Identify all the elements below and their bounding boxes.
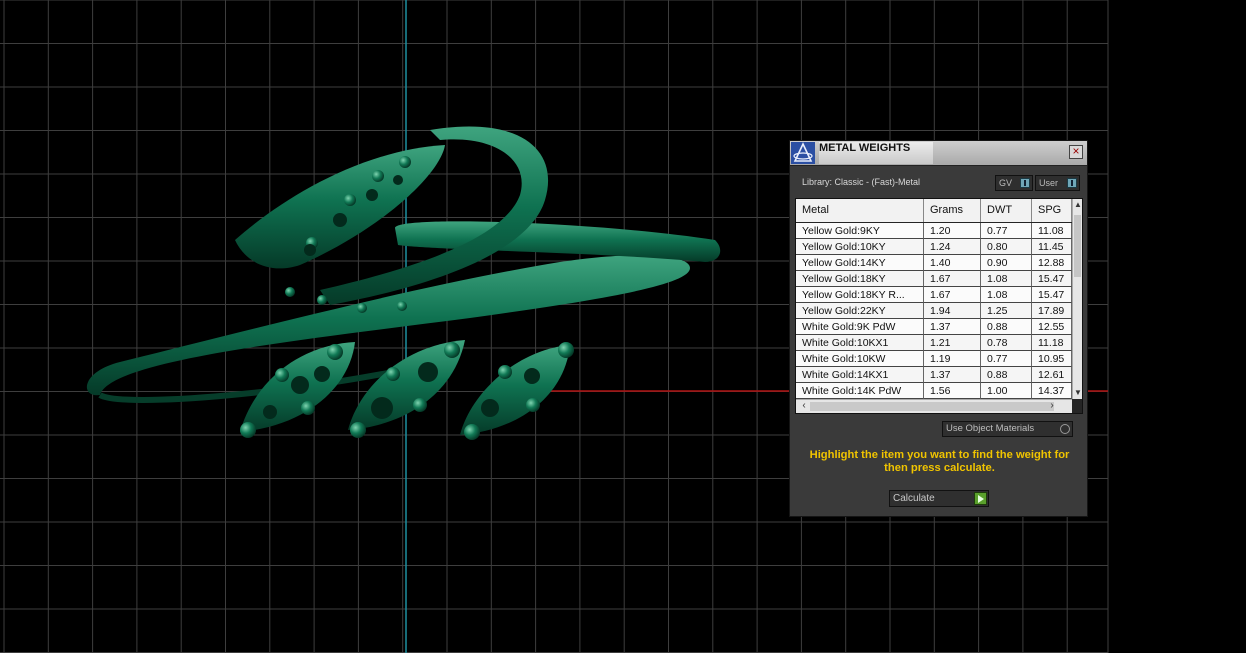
table-cell: Yellow Gold:22KY — [796, 303, 924, 319]
radio-icon — [1060, 424, 1070, 434]
metal-weights-panel: METAL WEIGHTS × Library: Classic - (Fast… — [789, 140, 1088, 517]
table-cell: 1.21 — [924, 335, 981, 351]
table-cell: 1.67 — [924, 271, 981, 287]
table-cell: Yellow Gold:10KY — [796, 239, 924, 255]
table-cell: 1.37 — [924, 319, 981, 335]
gv-toggle-label: GV — [999, 178, 1013, 188]
table-cell: 0.77 — [981, 351, 1032, 367]
gv-toggle[interactable]: GV — [995, 175, 1033, 191]
table-cell: 15.47 — [1032, 271, 1072, 287]
table-cell: White Gold:14KX1 — [796, 367, 924, 383]
table-row[interactable]: White Gold:14K PdW 1.56 1.00 14.37 — [796, 383, 1072, 399]
vertical-scrollbar[interactable]: ▲ ▼ — [1072, 199, 1082, 399]
table-cell: Yellow Gold:14KY — [796, 255, 924, 271]
toggle-icon — [1020, 178, 1030, 188]
table-cell: 11.18 — [1032, 335, 1072, 351]
table-cell: 10.95 — [1032, 351, 1072, 367]
table-row[interactable]: Yellow Gold:14KY 1.40 0.90 12.88 — [796, 255, 1072, 271]
close-button[interactable]: × — [1069, 145, 1083, 159]
panel-title: METAL WEIGHTS — [819, 142, 933, 164]
table-row[interactable]: White Gold:14KX1 1.37 0.88 12.61 — [796, 367, 1072, 383]
table-header: Metal Grams DWT SPG — [796, 199, 1072, 222]
column-header[interactable]: Grams — [924, 199, 981, 222]
table-cell: Yellow Gold:18KY R... — [796, 287, 924, 303]
table-cell: White Gold:14K PdW — [796, 383, 924, 399]
table-cell: 1.08 — [981, 287, 1032, 303]
table-cell: 1.24 — [924, 239, 981, 255]
metal-table[interactable]: Metal Grams DWT SPG Yellow Gold:9KY 1.20 0.77… — [795, 198, 1083, 414]
table-cell: 1.08 — [981, 271, 1032, 287]
table-cell: 11.08 — [1032, 223, 1072, 239]
table-cell: 0.77 — [981, 223, 1032, 239]
table-cell: 1.37 — [924, 367, 981, 383]
instruction-text: Highlight the item you want to find the … — [809, 449, 1070, 474]
app-logo-icon — [791, 142, 815, 164]
table-cell: 1.56 — [924, 383, 981, 399]
table-cell: 0.88 — [981, 367, 1032, 383]
calculate-label: Calculate — [893, 493, 935, 504]
table-cell: 0.78 — [981, 335, 1032, 351]
table-cell: 14.37 — [1032, 383, 1072, 399]
table-cell: 11.45 — [1032, 239, 1072, 255]
table-row[interactable]: Yellow Gold:18KY 1.67 1.08 15.47 — [796, 271, 1072, 287]
horizontal-scrollbar[interactable]: ‹ › — [796, 399, 1072, 413]
scroll-down-icon[interactable]: ▼ — [1073, 387, 1082, 399]
scroll-thumb[interactable] — [1074, 215, 1081, 277]
table-cell: 12.88 — [1032, 255, 1072, 271]
table-row[interactable]: White Gold:10KW 1.19 0.77 10.95 — [796, 351, 1072, 367]
table-row[interactable]: Yellow Gold:22KY 1.94 1.25 17.89 — [796, 303, 1072, 319]
table-row[interactable]: Yellow Gold:10KY 1.24 0.80 11.45 — [796, 239, 1072, 255]
table-cell: White Gold:10KW — [796, 351, 924, 367]
table-cell: 17.89 — [1032, 303, 1072, 319]
scroll-thumb[interactable] — [810, 402, 1054, 411]
table-cell: 1.40 — [924, 255, 981, 271]
table-cell: 15.47 — [1032, 287, 1072, 303]
use-object-materials-label: Use Object Materials — [946, 423, 1035, 434]
scroll-right-icon[interactable]: › — [1046, 400, 1058, 413]
column-header[interactable]: SPG — [1032, 199, 1072, 222]
table-cell: 1.67 — [924, 287, 981, 303]
use-object-materials-toggle[interactable]: Use Object Materials — [942, 421, 1073, 437]
table-cell: White Gold:10KX1 — [796, 335, 924, 351]
table-cell: 1.00 — [981, 383, 1032, 399]
play-arrow-icon — [974, 492, 987, 505]
table-row[interactable]: Yellow Gold:18KY R... 1.67 1.08 15.47 — [796, 287, 1072, 303]
scroll-left-icon[interactable]: ‹ — [798, 400, 810, 413]
table-cell: Yellow Gold:18KY — [796, 271, 924, 287]
table-cell: 12.55 — [1032, 319, 1072, 335]
table-row[interactable]: White Gold:9K PdW 1.37 0.88 12.55 — [796, 319, 1072, 335]
panel-titlebar[interactable]: METAL WEIGHTS × — [790, 141, 1087, 166]
table-cell: 1.19 — [924, 351, 981, 367]
table-row[interactable]: Yellow Gold:9KY 1.20 0.77 11.08 — [796, 223, 1072, 239]
library-label: Library: Classic - (Fast)-Metal — [802, 177, 921, 187]
table-cell: White Gold:9K PdW — [796, 319, 924, 335]
table-cell: 1.94 — [924, 303, 981, 319]
calculate-button[interactable]: Calculate — [889, 490, 989, 507]
table-cell: 0.90 — [981, 255, 1032, 271]
column-header[interactable]: Metal — [796, 199, 924, 222]
table-row[interactable]: White Gold:10KX1 1.21 0.78 11.18 — [796, 335, 1072, 351]
table-cell: Yellow Gold:9KY — [796, 223, 924, 239]
user-toggle[interactable]: User — [1035, 175, 1080, 191]
column-header[interactable]: DWT — [981, 199, 1032, 222]
table-cell: 1.20 — [924, 223, 981, 239]
table-cell: 1.25 — [981, 303, 1032, 319]
user-toggle-label: User — [1039, 178, 1059, 188]
scroll-up-icon[interactable]: ▲ — [1073, 199, 1082, 211]
table-cell: 0.88 — [981, 319, 1032, 335]
table-cell: 12.61 — [1032, 367, 1072, 383]
table-cell: 0.80 — [981, 239, 1032, 255]
toggle-icon — [1067, 178, 1077, 188]
